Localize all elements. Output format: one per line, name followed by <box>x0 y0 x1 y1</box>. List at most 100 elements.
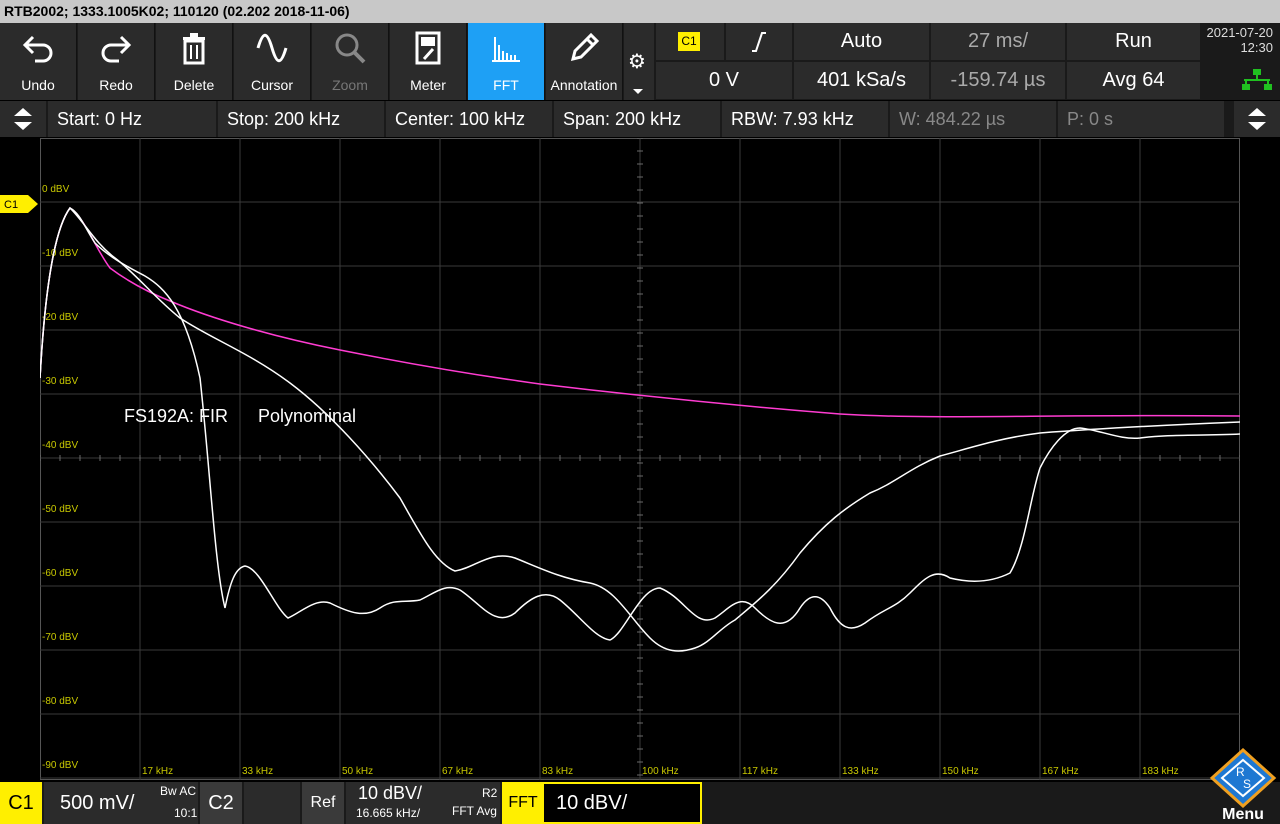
magnifier-icon <box>312 31 388 65</box>
trigger-source-badge: C1 <box>678 32 700 51</box>
probe-ratio: 10:1 <box>174 806 198 820</box>
redo-button[interactable]: Redo <box>78 23 155 100</box>
y-axis-label: -60 dBV <box>42 568 78 579</box>
spectrum-display[interactable]: 0 dBV -10 dBV -20 dBV -30 dBV -40 dBV -50 dBV… <box>40 138 1240 780</box>
zoom-button[interactable]: Zoom <box>312 23 389 100</box>
rising-edge-icon <box>752 31 766 52</box>
meter-button[interactable]: Meter <box>390 23 467 100</box>
ref-scale: 10 dBV/ <box>358 783 423 803</box>
fft-bar-scroll-right[interactable] <box>1234 101 1280 137</box>
undo-label: Undo <box>21 77 55 93</box>
chevron-down-icon <box>631 83 645 101</box>
ref-frequency: 16.665 kHz/ <box>356 806 421 820</box>
menu-button[interactable]: R S Menu <box>1206 747 1280 824</box>
fft-rbw[interactable]: RBW: 7.93 kHz <box>722 101 888 137</box>
trash-icon <box>156 31 232 65</box>
acquisition-mode[interactable]: Avg 64 <box>1067 62 1200 99</box>
y-axis-label: -50 dBV <box>42 504 78 515</box>
date: 2021-07-20 <box>1206 25 1274 40</box>
y-axis-label: -80 dBV <box>42 696 78 707</box>
x-axis-label: 133 kHz <box>842 766 879 777</box>
bandwidth-coupling: Bw AC <box>160 784 197 798</box>
sample-rate[interactable]: 401 kSa/s <box>794 62 929 99</box>
trigger-level[interactable]: 0 V <box>656 62 792 99</box>
fft-parameter-bar: Start: 0 Hz Stop: 200 kHz Center: 100 kH… <box>0 101 1280 137</box>
annotation-fir[interactable]: FS192A: FIR <box>124 406 228 426</box>
x-axis-label: 33 kHz <box>242 766 273 777</box>
annotation-label: Annotation <box>550 77 618 93</box>
channel-marker-label: C1 <box>4 199 18 211</box>
trigger-slope-button[interactable] <box>726 23 792 60</box>
fft-spectrum-icon <box>468 31 544 65</box>
meter-icon <box>390 31 466 65</box>
undo-button[interactable]: Undo <box>0 23 77 100</box>
annotation-polynominal[interactable]: Polynominal <box>258 406 356 426</box>
fft-position[interactable]: P: 0 s <box>1058 101 1224 137</box>
y-axis-label: -70 dBV <box>42 632 78 643</box>
y-axis-label: 0 dBV <box>42 184 70 195</box>
delete-label: Delete <box>173 77 215 93</box>
svg-text:S: S <box>1243 777 1251 791</box>
toolbar: Undo Redo Delete Cursor Zoom Meter FFT A… <box>0 23 1280 100</box>
channel-bar: C1 500 mV/ Bw AC 10:1 C2 Ref 10 dBV/ 16.… <box>0 782 1280 824</box>
x-axis-label: 167 kHz <box>1042 766 1079 777</box>
channel-c1-marker[interactable]: C1 <box>0 194 40 214</box>
zoom-label: Zoom <box>332 77 368 93</box>
x-axis-label: 150 kHz <box>942 766 979 777</box>
menu-label: Menu <box>1222 806 1264 823</box>
run-state[interactable]: Run <box>1067 23 1200 60</box>
redo-label: Redo <box>99 77 133 93</box>
x-axis-label: 183 kHz <box>1142 766 1179 777</box>
y-axis-label: -40 dBV <box>42 440 78 451</box>
channel-c2-button[interactable]: C2 <box>200 782 242 824</box>
fft-channel-button[interactable]: FFT <box>502 782 544 824</box>
datetime-panel: 2021-07-20 12:30 <box>1202 23 1280 100</box>
y-axis-label: -90 dBV <box>42 760 78 771</box>
redo-icon <box>78 31 154 65</box>
undo-icon <box>0 31 76 65</box>
rs-logo-icon: R S <box>1209 747 1277 809</box>
fft-scale: 10 dBV/ <box>556 791 628 814</box>
cursor-wave-icon <box>234 31 310 65</box>
up-down-arrow-icon <box>1248 108 1266 130</box>
x-axis-label: 117 kHz <box>742 766 778 777</box>
ref-source: R2 <box>482 786 498 800</box>
ref-fft-avg: FFT Avg <box>452 804 497 818</box>
settings-gear-button[interactable]: ⚙ <box>624 23 654 100</box>
fft-span[interactable]: Span: 200 kHz <box>554 101 720 137</box>
y-axis-label: -10 dBV <box>42 248 78 259</box>
cursor-button[interactable]: Cursor <box>234 23 311 100</box>
channel-c1-scale: 500 mV/ <box>60 791 135 814</box>
horizontal-position[interactable]: -159.74 µs <box>931 62 1065 99</box>
annotation-button[interactable]: Annotation <box>546 23 623 100</box>
timebase[interactable]: 27 ms/ <box>931 23 1065 60</box>
fft-center[interactable]: Center: 100 kHz <box>386 101 552 137</box>
gear-icon: ⚙ <box>628 51 646 73</box>
x-axis-label: 100 kHz <box>642 766 679 777</box>
window-title: RTB2002; 1333.1005K02; 110120 (02.202 20… <box>0 0 1280 23</box>
fft-window[interactable]: W: 484.22 µs <box>890 101 1056 137</box>
fft-label: FFT <box>493 77 519 93</box>
delete-button[interactable]: Delete <box>156 23 233 100</box>
network-icon <box>1242 69 1272 90</box>
fft-start[interactable]: Start: 0 Hz <box>48 101 216 137</box>
trigger-mode[interactable]: Auto <box>794 23 929 60</box>
channel-c1-scale-cell[interactable]: 500 mV/ Bw AC 10:1 <box>44 782 198 824</box>
fft-stop[interactable]: Stop: 200 kHz <box>218 101 384 137</box>
x-axis-label: 50 kHz <box>342 766 373 777</box>
up-down-arrow-icon <box>14 108 32 130</box>
cursor-label: Cursor <box>250 77 293 93</box>
fft-button[interactable]: FFT <box>468 23 545 100</box>
x-axis-label: 17 kHz <box>142 766 173 777</box>
ref-button[interactable]: Ref <box>302 782 344 824</box>
acquisition-settings: C1 0 V Auto 401 kSa/s 27 ms/ -159.74 µs … <box>656 23 1200 100</box>
ref-scale-cell[interactable]: 10 dBV/ 16.665 kHz/ R2 FFT Avg <box>346 782 500 824</box>
channel-c1-button[interactable]: C1 <box>0 782 42 824</box>
y-axis-label: -20 dBV <box>42 312 78 323</box>
fft-bar-scroll-left[interactable] <box>0 101 46 137</box>
pencil-icon <box>546 31 622 65</box>
trigger-source-cell[interactable]: C1 <box>656 23 724 60</box>
channel-c2-scale-cell[interactable] <box>244 782 300 824</box>
fft-scale-cell[interactable]: 10 dBV/ <box>544 782 702 824</box>
x-axis-label: 83 kHz <box>542 766 573 777</box>
